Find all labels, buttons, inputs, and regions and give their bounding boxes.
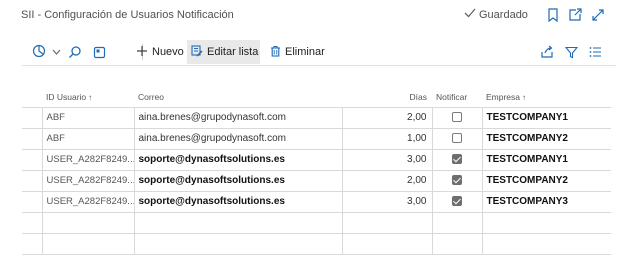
cell-correo[interactable]: aina.brenes@grupodynasoft.com xyxy=(133,127,343,150)
editar-lista-label: Editar lista xyxy=(207,46,259,58)
cell-correo[interactable]: aina.brenes@grupodynasoft.com xyxy=(133,106,343,129)
notificar-checkbox[interactable] xyxy=(452,112,462,123)
users-grid: ID Usuario ↑ Correo Días Notificar Empres… xyxy=(22,87,611,255)
row-select-cell[interactable] xyxy=(22,232,43,255)
empty-cell[interactable] xyxy=(133,211,343,234)
cell-empresa[interactable]: TESTCOMPANY1 xyxy=(481,148,611,171)
notificar-checkbox[interactable] xyxy=(452,175,462,186)
table-row[interactable]: ABF aina.brenes@grupodynasoft.com 2,00 TEST… xyxy=(22,106,611,129)
open-new-window-icon[interactable] xyxy=(567,7,583,23)
cell-empresa[interactable]: TESTCOMPANY1 xyxy=(481,106,611,129)
row-select-cell[interactable] xyxy=(22,190,43,213)
cell-notificar[interactable] xyxy=(431,106,483,129)
sort-arrow-up-icon: ↑ xyxy=(88,92,93,102)
cell-dias[interactable]: 1,00 xyxy=(341,127,433,150)
saved-status: Guardado xyxy=(464,8,528,21)
cell-correo[interactable]: soporte@dynasoftsolutions.es xyxy=(133,148,343,171)
column-header-notificar[interactable]: Notificar xyxy=(432,87,482,107)
editar-lista-button[interactable]: Editar lista xyxy=(187,40,260,64)
row-select-cell[interactable] xyxy=(22,106,43,129)
cell-dias[interactable]: 3,00 xyxy=(341,190,433,213)
edit-list-icon xyxy=(191,44,203,60)
plus-icon xyxy=(136,45,148,60)
cell-notificar[interactable] xyxy=(431,190,483,213)
cell-id-usuario[interactable]: ABF xyxy=(41,127,135,150)
cell-correo[interactable]: soporte@dynasoftsolutions.es xyxy=(133,169,343,192)
table-row[interactable]: USER_A282F8249... soporte@dynasoftsolutio… xyxy=(22,169,611,192)
cell-empresa[interactable]: TESTCOMPANY2 xyxy=(481,169,611,192)
saved-status-label: Guardado xyxy=(479,8,528,21)
cell-empresa[interactable]: TESTCOMPANY3 xyxy=(481,190,611,213)
column-header-empresa[interactable]: Empresa ↑ xyxy=(482,87,611,107)
action-bar: Nuevo Editar lista Eliminar xyxy=(22,38,616,66)
empty-row[interactable] xyxy=(22,232,611,255)
empty-cell[interactable] xyxy=(481,232,611,255)
empty-cell[interactable] xyxy=(481,211,611,234)
column-header-dias[interactable]: Días xyxy=(342,87,432,107)
column-header-select xyxy=(22,87,42,107)
cell-dias[interactable]: 3,00 xyxy=(341,148,433,171)
cell-notificar[interactable] xyxy=(431,169,483,192)
page-title: SII - Configuración de Usuarios Notifica… xyxy=(21,9,234,21)
filter-icon[interactable] xyxy=(563,44,579,60)
empty-cell[interactable] xyxy=(431,211,483,234)
view-icon[interactable] xyxy=(91,44,107,60)
nuevo-label: Nuevo xyxy=(152,46,184,58)
empty-cell[interactable] xyxy=(41,232,135,255)
notificar-checkbox[interactable] xyxy=(452,154,462,165)
list-icon[interactable] xyxy=(587,44,603,60)
empty-cell[interactable] xyxy=(431,232,483,255)
cell-empresa[interactable]: TESTCOMPANY2 xyxy=(481,127,611,150)
notificar-checkbox[interactable] xyxy=(452,196,462,207)
analysis-mode-button[interactable] xyxy=(28,40,65,64)
empty-cell[interactable] xyxy=(341,211,433,234)
cell-correo[interactable]: soporte@dynasoftsolutions.es xyxy=(133,190,343,213)
header-row: ID Usuario ↑ Correo Días Notificar Empres… xyxy=(22,87,611,107)
cell-notificar[interactable] xyxy=(431,148,483,171)
empty-cell[interactable] xyxy=(41,211,135,234)
column-header-id-usuario[interactable]: ID Usuario ↑ xyxy=(42,87,134,107)
empty-row[interactable] xyxy=(22,211,611,234)
row-select-cell[interactable] xyxy=(22,148,43,171)
sort-arrow-up-icon: ↑ xyxy=(522,92,527,102)
title-bar: SII - Configuración de Usuarios Notifica… xyxy=(0,0,619,32)
eliminar-label: Eliminar xyxy=(285,46,325,58)
cell-dias[interactable]: 2,00 xyxy=(341,169,433,192)
nuevo-button[interactable]: Nuevo xyxy=(132,40,188,64)
column-header-correo[interactable]: Correo xyxy=(134,87,342,107)
checkmark-icon xyxy=(464,8,476,21)
cell-id-usuario[interactable]: ABF xyxy=(41,106,135,129)
expand-icon[interactable] xyxy=(590,7,606,23)
cell-id-usuario[interactable]: USER_A282F8249... xyxy=(41,169,135,192)
row-select-cell[interactable] xyxy=(22,211,43,234)
row-select-cell[interactable] xyxy=(22,127,43,150)
cell-notificar[interactable] xyxy=(431,127,483,150)
cell-dias[interactable]: 2,00 xyxy=(341,106,433,129)
chevron-down-icon xyxy=(52,46,61,58)
row-select-cell[interactable] xyxy=(22,169,43,192)
table-row[interactable]: USER_A282F8249... soporte@dynasoftsolutio… xyxy=(22,190,611,213)
empty-cell[interactable] xyxy=(133,232,343,255)
bookmark-icon[interactable] xyxy=(545,7,561,23)
share-icon[interactable] xyxy=(539,44,555,60)
analysis-mode-icon xyxy=(32,44,48,61)
empty-cell[interactable] xyxy=(341,232,433,255)
search-icon[interactable] xyxy=(67,44,83,60)
table-row[interactable]: ABF aina.brenes@grupodynasoft.com 1,00 TEST… xyxy=(22,127,611,150)
trash-icon xyxy=(270,45,281,60)
table-row[interactable]: USER_A282F8249... soporte@dynasoftsolutio… xyxy=(22,148,611,171)
cell-id-usuario[interactable]: USER_A282F8249... xyxy=(41,190,135,213)
eliminar-button[interactable]: Eliminar xyxy=(266,40,329,64)
cell-id-usuario[interactable]: USER_A282F8249... xyxy=(41,148,135,171)
notificar-checkbox[interactable] xyxy=(452,133,462,144)
